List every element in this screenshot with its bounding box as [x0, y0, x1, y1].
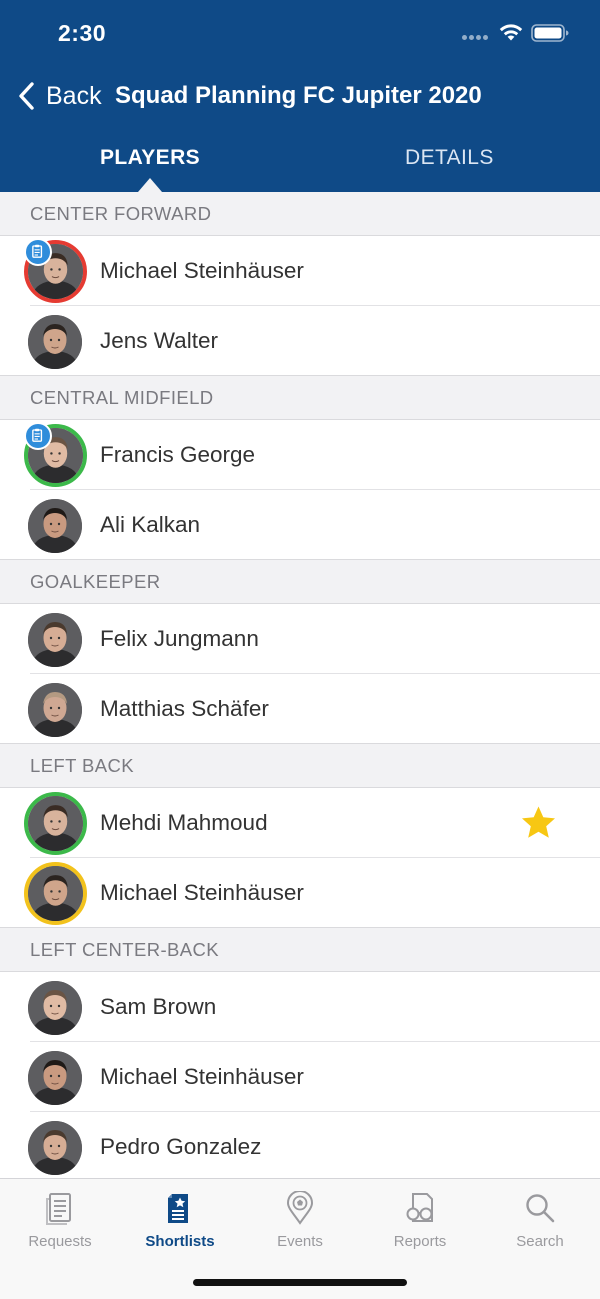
- player-row[interactable]: Francis George: [0, 420, 600, 490]
- player-row[interactable]: Matthias Schäfer: [0, 674, 600, 744]
- active-tab-pointer: [138, 178, 162, 192]
- player-avatar: [28, 613, 82, 667]
- section-header: CENTER FORWARD: [0, 192, 600, 236]
- player-avatar: [28, 499, 82, 553]
- player-avatar: [28, 1051, 82, 1105]
- search-icon: [526, 1194, 555, 1223]
- row-divider: [0, 559, 600, 560]
- section-header: LEFT CENTER-BACK: [0, 928, 600, 972]
- chevron-left-icon: [19, 82, 34, 110]
- section-header: LEFT BACK: [0, 744, 600, 788]
- player-list[interactable]: CENTER FORWARD Michael Steinhäuser Jens Wa…: [0, 192, 600, 1178]
- player-avatar: [28, 1121, 82, 1175]
- reports-icon: [406, 1193, 433, 1222]
- player-row[interactable]: Pedro Gonzalez: [0, 1112, 600, 1178]
- player-row[interactable]: Michael Steinhäuser: [0, 1042, 600, 1112]
- tab-events-label: Events: [277, 1233, 323, 1250]
- player-avatar: [28, 315, 82, 369]
- page-title: Squad Planning FC Jupiter 2020: [115, 82, 482, 109]
- avatar-image: [28, 683, 82, 737]
- row-divider: [0, 743, 600, 744]
- events-icon: [286, 1191, 314, 1225]
- avatar-image: [28, 499, 82, 553]
- player-row[interactable]: Michael Steinhäuser: [0, 858, 600, 928]
- back-label: Back: [46, 81, 102, 110]
- requests-icon: [46, 1193, 71, 1225]
- player-name: Michael Steinhäuser: [100, 1064, 304, 1089]
- player-row[interactable]: Ali Kalkan: [0, 490, 600, 560]
- tab-search-label: Search: [516, 1233, 564, 1250]
- player-name: Jens Walter: [100, 328, 218, 353]
- home-indicator: [193, 1279, 407, 1286]
- tab-reports[interactable]: Reports: [360, 1191, 480, 1250]
- wifi-icon: [499, 24, 523, 41]
- app-header: 2:30 Back Squad Planning FC Jupiter 2020…: [0, 0, 600, 192]
- battery-icon: [531, 24, 569, 42]
- avatar-image: [28, 1051, 82, 1105]
- player-name: Michael Steinhäuser: [100, 880, 304, 905]
- player-name: Ali Kalkan: [100, 512, 201, 537]
- avatar-image: [28, 613, 82, 667]
- tab-search[interactable]: Search: [480, 1191, 600, 1250]
- row-divider: [0, 927, 600, 928]
- star-icon[interactable]: [520, 805, 557, 841]
- clipboard-icon: [24, 238, 52, 266]
- player-name: Matthias Schäfer: [100, 696, 269, 721]
- player-row[interactable]: Felix Jungmann: [0, 604, 600, 674]
- avatar-image: [28, 1121, 82, 1175]
- player-name: Sam Brown: [100, 994, 217, 1019]
- row-divider: [0, 375, 600, 376]
- avatar-image: [28, 981, 82, 1035]
- player-name: Mehdi Mahmoud: [100, 810, 268, 835]
- tab-reports-label: Reports: [393, 1233, 447, 1250]
- avatar-image: [28, 315, 82, 369]
- cellular-signal-icon: [462, 35, 490, 41]
- avatar-image: [28, 796, 83, 851]
- player-avatar: [24, 862, 87, 925]
- tab-requests[interactable]: Requests: [0, 1191, 120, 1250]
- section-header: GOALKEEPER: [0, 560, 600, 604]
- tab-events[interactable]: Events: [240, 1191, 360, 1250]
- tab-shortlists[interactable]: Shortlists: [120, 1191, 240, 1250]
- avatar-image: [28, 866, 83, 921]
- player-row[interactable]: Mehdi Mahmoud: [0, 788, 600, 858]
- player-avatar: [28, 981, 82, 1035]
- player-row[interactable]: Jens Walter: [0, 306, 600, 376]
- section-header: CENTRAL MIDFIELD: [0, 376, 600, 420]
- tab-players[interactable]: PLAYERS: [100, 146, 200, 170]
- back-button[interactable]: Back: [16, 80, 102, 112]
- tab-shortlists-label: Shortlists: [145, 1233, 215, 1250]
- status-time: 2:30: [58, 20, 107, 46]
- player-name: Pedro Gonzalez: [100, 1134, 262, 1159]
- status-bar: 2:30: [0, 0, 600, 66]
- player-name: Felix Jungmann: [100, 626, 259, 651]
- player-name: Francis George: [100, 442, 256, 467]
- shortlists-icon: [168, 1194, 188, 1223]
- player-row[interactable]: Sam Brown: [0, 972, 600, 1042]
- player-row[interactable]: Michael Steinhäuser: [0, 236, 600, 306]
- tab-details[interactable]: DETAILS: [405, 146, 494, 170]
- clipboard-icon: [24, 422, 52, 450]
- player-name: Michael Steinhäuser: [100, 258, 304, 283]
- segment-tabs: PLAYERS DETAILS: [0, 132, 600, 192]
- player-avatar: [24, 792, 87, 855]
- tab-requests-label: Requests: [28, 1233, 92, 1250]
- navigation-bar: Back Squad Planning FC Jupiter 2020: [0, 70, 600, 122]
- player-avatar: [28, 683, 82, 737]
